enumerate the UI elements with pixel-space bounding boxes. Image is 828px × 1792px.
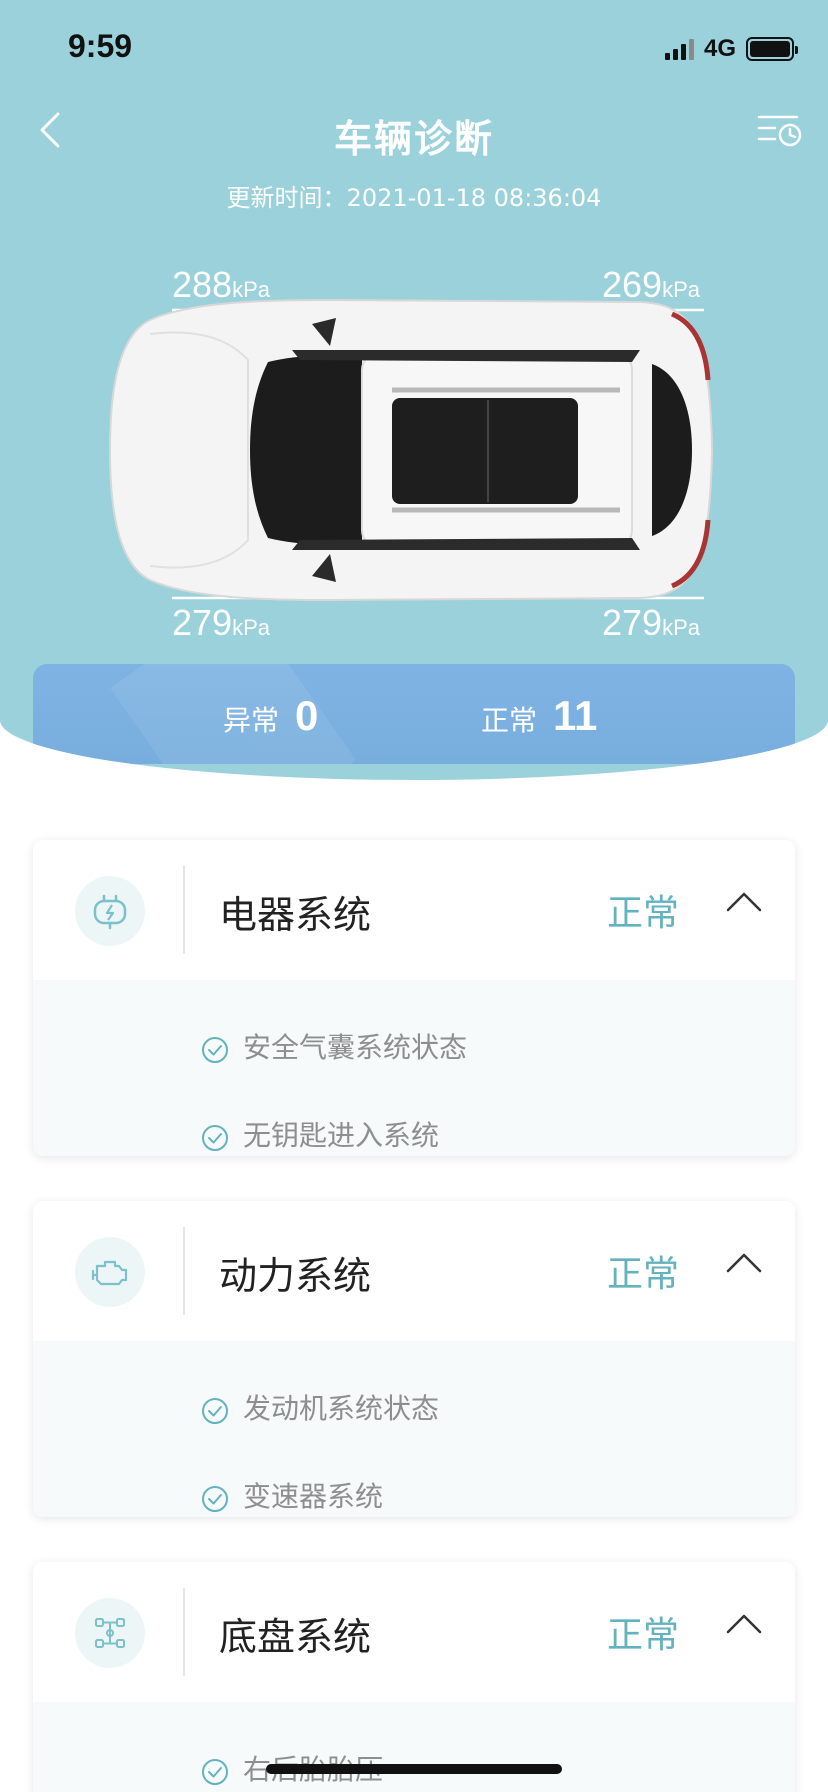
car-top-view [108, 298, 714, 602]
engine-icon [75, 1237, 145, 1307]
system-status: 正常 [607, 893, 680, 934]
system-name: 电器系统 [219, 893, 372, 937]
abnormal-count: 异常 0 [223, 692, 319, 739]
divider [183, 1588, 185, 1676]
list-item: 安全气囊系统状态 [33, 1002, 795, 1090]
system-card-header[interactable]: 电器系统 正常 [33, 840, 795, 980]
collapse-button[interactable] [719, 1598, 769, 1648]
check-circle-icon [201, 1397, 229, 1425]
check-circle-icon [201, 1758, 229, 1786]
history-list-icon [757, 115, 802, 147]
tire-pressure-rear-right: 279kPa [602, 602, 700, 643]
chevron-up-icon [726, 892, 762, 912]
system-card-header[interactable]: 动力系统 正常 [33, 1201, 795, 1341]
list-item: 发动机系统状态 [33, 1363, 795, 1451]
home-indicator[interactable] [266, 1764, 562, 1774]
system-name: 动力系统 [219, 1254, 372, 1298]
history-button[interactable] [756, 106, 804, 154]
nav-bar: 车辆诊断 [0, 100, 828, 164]
system-card-chassis: 底盘系统 正常 右后胎胎压 [33, 1562, 795, 1792]
list-item: 右后胎胎压 [33, 1724, 795, 1792]
check-circle-icon [201, 1124, 229, 1152]
system-items: 发动机系统状态 变速器系统 [33, 1341, 795, 1517]
check-circle-icon [201, 1485, 229, 1513]
battery-charge-icon [75, 876, 145, 946]
system-items: 右后胎胎压 [33, 1702, 795, 1792]
diagnosis-summary: 异常 0 正常 11 [33, 664, 795, 764]
network-type: 4G [703, 35, 736, 62]
divider [183, 866, 185, 954]
system-status: 正常 [607, 1615, 680, 1656]
system-status: 正常 [607, 1254, 680, 1295]
chevron-up-icon [726, 1614, 762, 1634]
list-item: 无钥匙进入系统 [33, 1090, 795, 1156]
collapse-button[interactable] [719, 876, 769, 926]
signal-icon [664, 38, 694, 60]
chassis-icon [75, 1598, 145, 1668]
check-circle-icon [201, 1036, 229, 1064]
normal-count: 正常 11 [481, 692, 598, 739]
status-indicators: 4G [664, 34, 798, 64]
tire-pressure-front-right: 269kPa [602, 264, 700, 305]
item-label: 变速器系统 [243, 1480, 384, 1513]
item-label: 发动机系统状态 [243, 1392, 440, 1425]
item-label: 无钥匙进入系统 [243, 1119, 440, 1152]
chevron-up-icon [726, 1253, 762, 1273]
list-item: 变速器系统 [33, 1451, 795, 1517]
hero-header: 9:59 4G 车辆诊断 更新时间：2021-01-18 08:36:04 28… [0, 0, 828, 780]
tire-pressure-front-left: 288kPa [172, 264, 270, 305]
status-time: 9:59 [68, 28, 133, 64]
status-bar: 9:59 4G [0, 0, 828, 100]
tire-pressure-rear-left: 279kPa [172, 602, 270, 643]
system-items: 安全气囊系统状态 无钥匙进入系统 [33, 980, 795, 1156]
update-time: 更新时间：2021-01-18 08:36:04 [226, 184, 602, 212]
divider [183, 1227, 185, 1315]
system-card-electrical: 电器系统 正常 安全气囊系统状态 无钥匙进入系统 [33, 840, 795, 1156]
battery-icon [746, 37, 798, 61]
collapse-button[interactable] [719, 1237, 769, 1287]
tire-pressure-panel: 288kPa 269kPa 279kPa 279kPa [0, 250, 828, 650]
system-card-header[interactable]: 底盘系统 正常 [33, 1562, 795, 1702]
item-label: 安全气囊系统状态 [243, 1031, 468, 1064]
page-title: 车辆诊断 [333, 117, 494, 161]
system-name: 底盘系统 [219, 1615, 372, 1659]
system-card-powertrain: 动力系统 正常 发动机系统状态 变速器系统 [33, 1201, 795, 1517]
